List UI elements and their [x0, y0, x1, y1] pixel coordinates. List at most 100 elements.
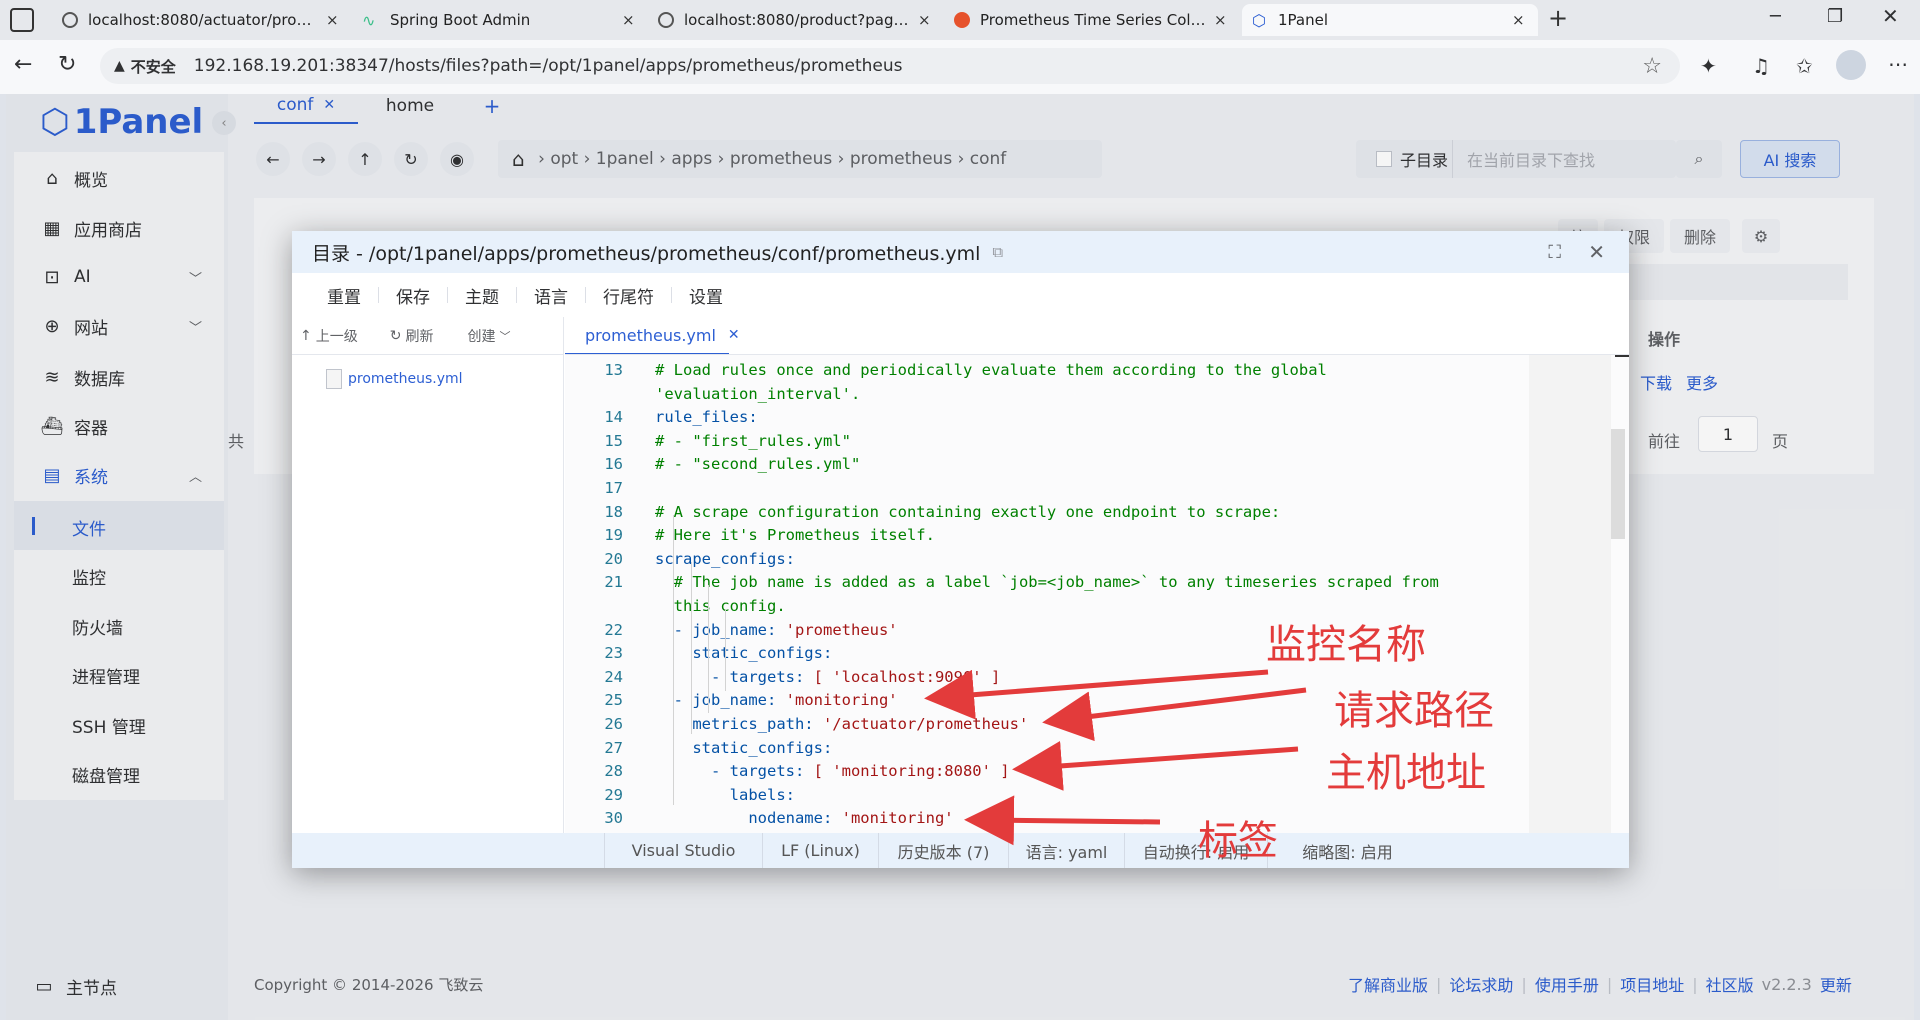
code-line[interactable]: static_configs:	[655, 739, 832, 757]
status-minimap[interactable]: 缩略图: 启用	[1267, 833, 1427, 868]
code-line[interactable]: # Load rules once and periodically evalu…	[655, 361, 1327, 379]
close-tab-icon[interactable]: ×	[1512, 11, 1528, 29]
favorites-icon[interactable]: ✩	[1796, 54, 1813, 78]
tree-file-item[interactable]: prometheus.yml	[326, 369, 463, 389]
line-number: 19	[604, 526, 623, 545]
tree-file-label: prometheus.yml	[348, 371, 463, 387]
extensions-icon[interactable]: ✦	[1700, 54, 1717, 78]
line-number: 28	[604, 762, 623, 781]
code-line[interactable]: # A scrape configuration containing exac…	[655, 503, 1280, 521]
reload-icon[interactable]: ↻	[58, 52, 76, 77]
annotation-job-name: 监控名称	[1266, 622, 1426, 668]
status-keymap[interactable]: Visual Studio	[604, 833, 762, 868]
tree-up-button[interactable]: 上一级	[316, 326, 358, 346]
up-arrow-icon: ↑	[300, 327, 312, 344]
line-number: 22	[604, 620, 623, 639]
line-number: 21	[604, 573, 623, 592]
code-line[interactable]: rule_files:	[655, 408, 758, 426]
line-number: 25	[604, 691, 623, 710]
code-line[interactable]: metrics_path: '/actuator/prometheus'	[655, 715, 1028, 733]
eol-menu[interactable]: 行尾符	[586, 283, 671, 308]
new-tab-button[interactable]: +	[1548, 4, 1568, 32]
close-window-button[interactable]: ✕	[1882, 4, 1899, 28]
line-number: 13	[604, 361, 623, 379]
code-line[interactable]: 'evaluation_interval'.	[655, 385, 860, 403]
code-line[interactable]: scrape_configs:	[655, 550, 795, 568]
close-tab-icon[interactable]: ×	[918, 11, 934, 29]
line-number: 16	[604, 455, 623, 474]
status-language[interactable]: 语言: yaml	[1008, 833, 1124, 868]
annotation-label: 标签	[1198, 818, 1278, 864]
url-text[interactable]: 192.168.19.201:38347/hosts/files?path=/o…	[194, 56, 903, 76]
copy-icon[interactable]: ⧉	[992, 243, 1003, 261]
code-line[interactable]: - targets: [ 'localhost:9090' ]	[655, 668, 1000, 686]
refresh-icon: ↻	[389, 327, 402, 344]
annotation-metrics-path: 请求路径	[1334, 688, 1494, 734]
line-number: 29	[604, 785, 623, 804]
line-number: 24	[604, 667, 623, 686]
media-icon[interactable]: ♫	[1752, 54, 1770, 78]
globe-icon	[658, 12, 674, 28]
status-history[interactable]: 历史版本 (7)	[878, 833, 1008, 868]
minimap[interactable]	[1529, 355, 1611, 833]
tab-actions-icon[interactable]	[10, 8, 34, 32]
browser-tab-4[interactable]: Prometheus Time Series Collectio ×	[944, 4, 1240, 36]
line-number: 18	[604, 502, 623, 521]
theme-menu[interactable]: 主题	[448, 283, 516, 308]
indent-guide	[708, 585, 709, 713]
close-tab-icon[interactable]: ×	[1214, 11, 1230, 29]
file-icon	[326, 369, 342, 389]
url-box[interactable]: ▲ 不安全 192.168.19.201:38347/hosts/files?p…	[100, 48, 1680, 84]
warning-icon: ▲	[114, 58, 125, 74]
scrollbar-thumb[interactable]	[1611, 429, 1625, 539]
indent-guide	[673, 515, 674, 805]
close-icon[interactable]: ✕	[1588, 240, 1605, 264]
editor-tab[interactable]: prometheus.yml ✕	[565, 317, 740, 355]
maximize-button[interactable]: ❐	[1827, 6, 1843, 27]
code-line[interactable]: # - "first_rules.yml"	[655, 432, 851, 450]
avatar[interactable]	[1836, 50, 1866, 80]
browser-tab-1[interactable]: localhost:8080/actuator/promethe ×	[52, 4, 352, 36]
code-line[interactable]: static_configs:	[655, 644, 832, 662]
tree-toolbar: ↑ 上一级 ↻ 刷新 创建 ﹀	[292, 317, 564, 355]
close-tab-icon[interactable]: ×	[326, 11, 342, 29]
code-line[interactable]: # - "second_rules.yml"	[655, 455, 860, 473]
line-number: 26	[604, 715, 623, 733]
settings-menu[interactable]: 设置	[672, 283, 740, 308]
browser-tab-3[interactable]: localhost:8080/product?pageNum ×	[648, 4, 944, 36]
code-line[interactable]: labels:	[655, 786, 795, 804]
code-line[interactable]: this config.	[655, 597, 786, 615]
favorite-star-icon[interactable]: ☆	[1642, 54, 1662, 79]
reset-button[interactable]: 重置	[310, 283, 378, 308]
language-menu[interactable]: 语言	[517, 283, 585, 308]
code-line[interactable]: # Here it's Prometheus itself.	[655, 526, 935, 544]
browser-tab-title: Spring Boot Admin	[390, 11, 531, 29]
editor-tab-label: prometheus.yml	[585, 325, 716, 345]
code-line[interactable]: - targets: [ 'monitoring:8080' ]	[655, 762, 1010, 780]
dialog-title: 目录 - /opt/1panel/apps/prometheus/prometh…	[312, 242, 981, 265]
save-button[interactable]: 保存	[379, 283, 447, 308]
dialog-header: 目录 - /opt/1panel/apps/prometheus/prometh…	[292, 231, 1629, 273]
line-number: 14	[604, 408, 623, 427]
more-menu-icon[interactable]: ⋯	[1888, 52, 1908, 76]
minimize-button[interactable]: ─	[1770, 6, 1781, 27]
code-line[interactable]: # The job name is added as a label `job=…	[655, 573, 1439, 591]
prometheus-icon	[954, 12, 970, 28]
browser-tab-title: localhost:8080/actuator/promethe	[88, 11, 320, 29]
back-arrow-icon[interactable]: ←	[14, 52, 32, 77]
annotation-host: 主机地址	[1326, 750, 1486, 796]
fullscreen-icon[interactable]: ⛶	[1548, 242, 1561, 263]
line-number: 27	[604, 738, 623, 757]
tree-create-button[interactable]: 创建	[467, 326, 495, 346]
close-tab-icon[interactable]: ×	[622, 11, 638, 29]
status-eol[interactable]: LF (Linux)	[762, 833, 878, 868]
browser-tab-2[interactable]: ∿ Spring Boot Admin ×	[352, 4, 648, 36]
code-line[interactable]: nodename: 'monitoring'	[655, 809, 953, 827]
indent-guide	[691, 562, 692, 734]
indent-guide	[725, 609, 726, 691]
editor-statusbar: Visual Studio LF (Linux) 历史版本 (7) 语言: ya…	[292, 833, 1629, 868]
browser-tab-5[interactable]: ⬡ 1Panel ×	[1242, 4, 1538, 36]
line-number: 30	[604, 809, 623, 828]
tree-refresh-button[interactable]: 刷新	[405, 326, 433, 346]
close-icon[interactable]: ✕	[728, 327, 740, 343]
